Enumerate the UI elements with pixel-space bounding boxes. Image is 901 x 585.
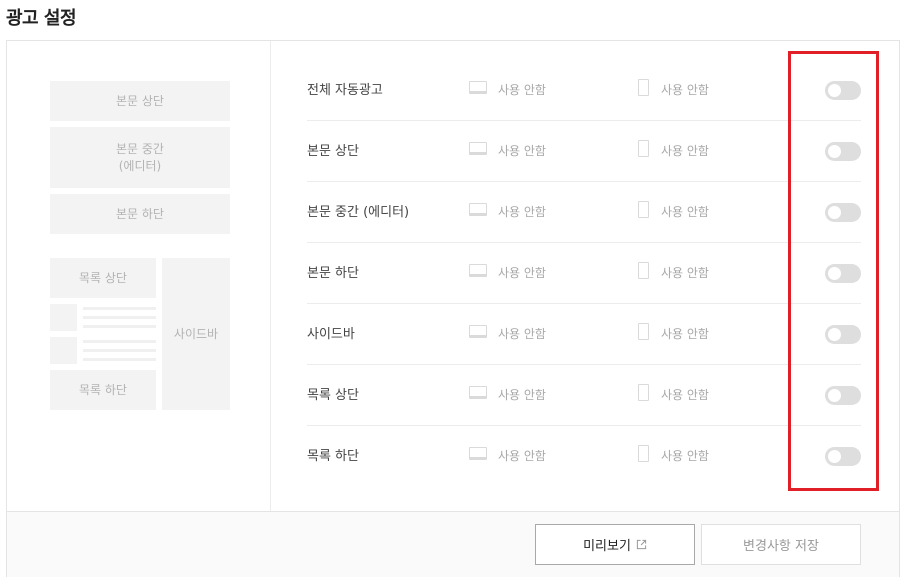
settings-row-body-top: 본문 상단 사용 안함 사용 안함 xyxy=(307,121,861,182)
mobile-icon xyxy=(638,445,649,462)
preview-list-thumbnail xyxy=(50,304,77,331)
settings-row-sidebar: 사이드바 사용 안함 사용 안함 xyxy=(307,304,861,365)
preview-button-label: 미리보기 xyxy=(583,539,631,554)
desktop-icon xyxy=(469,325,487,338)
toggle-knob xyxy=(828,145,841,158)
preview-body-top: 본문 상단 xyxy=(50,81,230,121)
toggle-knob xyxy=(828,206,841,219)
settings-row-list-top: 목록 상단 사용 안함 사용 안함 xyxy=(307,365,861,426)
external-link-icon xyxy=(636,539,647,550)
pc-status: 사용 안함 xyxy=(498,83,546,97)
settings-row-list-bottom: 목록 하단 사용 안함 사용 안함 xyxy=(307,426,861,487)
page-title: 광고 설정 xyxy=(6,8,77,29)
row-label: 본문 상단 xyxy=(307,144,359,159)
pc-status: 사용 안함 xyxy=(498,266,546,280)
preview-list-bottom: 목록 하단 xyxy=(50,370,156,410)
toggle-switch[interactable] xyxy=(825,264,861,283)
pc-status: 사용 안함 xyxy=(498,205,546,219)
preview-list-line xyxy=(83,340,156,343)
toggle-switch[interactable] xyxy=(825,325,861,344)
toggle-switch[interactable] xyxy=(825,142,861,161)
mobile-status: 사용 안함 xyxy=(661,205,709,219)
panel-footer: 미리보기 변경사항 저장 xyxy=(7,511,899,577)
mobile-icon xyxy=(638,323,649,340)
toggle-switch[interactable] xyxy=(825,81,861,100)
mobile-status: 사용 안함 xyxy=(661,83,709,97)
preview-list-top: 목록 상단 xyxy=(50,258,156,298)
toggle-switch[interactable] xyxy=(825,447,861,466)
toggle-switch[interactable] xyxy=(825,203,861,222)
desktop-icon xyxy=(469,264,487,277)
settings-row-body-bottom: 본문 하단 사용 안함 사용 안함 xyxy=(307,243,861,304)
toggle-switch[interactable] xyxy=(825,386,861,405)
desktop-icon xyxy=(469,142,487,155)
mobile-icon xyxy=(638,79,649,96)
pc-status: 사용 안함 xyxy=(498,388,546,402)
mobile-icon xyxy=(638,384,649,401)
preview-list-line xyxy=(83,358,156,361)
row-label: 목록 하단 xyxy=(307,449,359,464)
preview-list-line xyxy=(83,325,156,328)
desktop-icon xyxy=(469,447,487,460)
ad-placement-preview: 본문 상단 본문 중간 (에디터) 본문 하단 목록 상단 목록 하단 사이드바 xyxy=(7,41,271,511)
preview-body-middle: 본문 중간 (에디터) xyxy=(50,127,230,188)
ad-settings-list: 전체 자동광고 사용 안함 사용 안함 본문 상단 사용 안함 사용 안함 본문… xyxy=(272,41,899,511)
row-label: 목록 상단 xyxy=(307,388,359,403)
row-label: 본문 중간 (에디터) xyxy=(307,205,410,220)
row-label: 사이드바 xyxy=(307,327,355,342)
mobile-icon xyxy=(638,201,649,218)
mobile-icon xyxy=(638,262,649,279)
preview-list-line xyxy=(83,307,156,310)
row-label: 전체 자동광고 xyxy=(307,83,383,98)
mobile-status: 사용 안함 xyxy=(661,388,709,402)
pc-status: 사용 안함 xyxy=(498,144,546,158)
preview-list-line xyxy=(83,349,156,352)
mobile-icon xyxy=(638,140,649,157)
toggle-knob xyxy=(828,389,841,402)
pc-status: 사용 안함 xyxy=(498,327,546,341)
mobile-status: 사용 안함 xyxy=(661,144,709,158)
mobile-status: 사용 안함 xyxy=(661,327,709,341)
mobile-status: 사용 안함 xyxy=(661,449,709,463)
toggle-knob xyxy=(828,328,841,341)
desktop-icon xyxy=(469,203,487,216)
preview-list-line xyxy=(83,316,156,319)
preview-sidebar: 사이드바 xyxy=(162,258,230,410)
save-changes-button[interactable]: 변경사항 저장 xyxy=(701,524,861,565)
toggle-knob xyxy=(828,84,841,97)
ad-settings-panel: 본문 상단 본문 중간 (에디터) 본문 하단 목록 상단 목록 하단 사이드바… xyxy=(6,40,900,577)
row-label: 본문 하단 xyxy=(307,266,359,281)
preview-list-thumbnail xyxy=(50,337,77,364)
preview-body-bottom: 본문 하단 xyxy=(50,194,230,234)
settings-row-auto-ad: 전체 자동광고 사용 안함 사용 안함 xyxy=(307,60,861,121)
desktop-icon xyxy=(469,81,487,94)
toggle-knob xyxy=(828,450,841,463)
toggle-knob xyxy=(828,267,841,280)
mobile-status: 사용 안함 xyxy=(661,266,709,280)
pc-status: 사용 안함 xyxy=(498,449,546,463)
preview-button[interactable]: 미리보기 xyxy=(535,524,695,565)
desktop-icon xyxy=(469,386,487,399)
settings-row-body-middle: 본문 중간 (에디터) 사용 안함 사용 안함 xyxy=(307,182,861,243)
